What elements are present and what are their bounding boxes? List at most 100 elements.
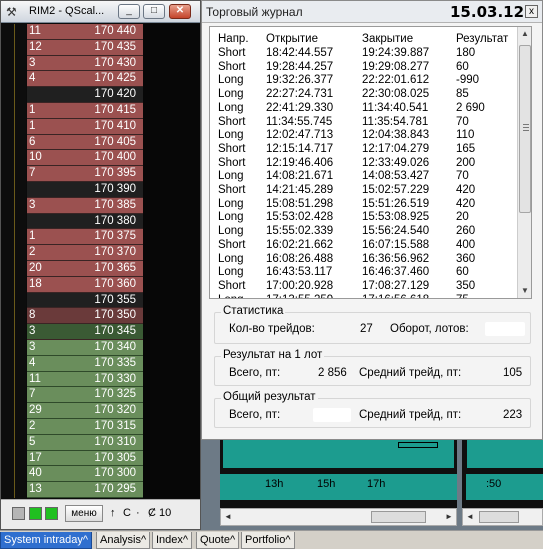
- maximize-button[interactable]: □: [143, 4, 165, 19]
- hscroll-thumb-left[interactable]: [371, 511, 426, 523]
- chart-right-hscrollbar[interactable]: ◄: [462, 508, 543, 526]
- ladder-volume[interactable]: 3: [27, 55, 72, 72]
- minimize-button[interactable]: _: [118, 4, 140, 19]
- ladder-row[interactable]: 20 170 365: [1, 261, 200, 277]
- ladder-price[interactable]: 170 425: [72, 71, 143, 88]
- ladder-volume[interactable]: 2: [27, 419, 72, 435]
- ladder-volume[interactable]: 10: [27, 150, 72, 167]
- ladder-row[interactable]: 11 170 330: [1, 371, 200, 388]
- ladder-row[interactable]: 2 170 370: [1, 245, 200, 261]
- menu-button[interactable]: меню: [65, 505, 103, 522]
- ladder-row[interactable]: 10 170 400: [1, 150, 200, 167]
- ladder-price[interactable]: 170 345: [72, 324, 143, 340]
- chart-left-hscrollbar[interactable]: ◄ ►: [220, 508, 457, 526]
- ladder-price[interactable]: 170 355: [72, 292, 143, 309]
- ladder-row[interactable]: 3 170 430: [1, 55, 200, 72]
- ladder-row[interactable]: 170 390: [1, 182, 200, 198]
- arrow-up-icon[interactable]: ↑: [110, 507, 116, 519]
- ladder-price[interactable]: 170 400: [72, 150, 143, 167]
- tab-portfolio[interactable]: Portfolio^: [241, 532, 295, 549]
- ladder-volume[interactable]: 1: [27, 229, 72, 246]
- ladder-volume[interactable]: [27, 213, 72, 230]
- ladder-row[interactable]: 18 170 360: [1, 276, 200, 293]
- ladder-price[interactable]: 170 385: [72, 197, 143, 214]
- ladder-volume[interactable]: 11: [27, 24, 72, 40]
- chart-pane-right[interactable]: :50: [462, 440, 543, 508]
- price-ladder[interactable]: 11 170 440 12 170 435 3 170 430 4 170 425 170 42…: [1, 24, 200, 498]
- ladder-price[interactable]: 170 310: [72, 434, 143, 451]
- trade-row[interactable]: Long 14:08:21.671 14:08:53.427 70: [210, 170, 518, 184]
- ladder-volume[interactable]: 20: [27, 261, 72, 277]
- ladder-price[interactable]: 170 340: [72, 340, 143, 356]
- ladder-row[interactable]: 3 170 340: [1, 340, 200, 356]
- ladder-volume[interactable]: 12: [27, 39, 72, 56]
- ladder-price[interactable]: 170 295: [72, 482, 143, 498]
- tab-quote[interactable]: Quote^: [196, 532, 240, 549]
- trade-row[interactable]: Long 19:32:26.377 22:22:01.612 -990: [210, 74, 518, 88]
- ladder-price[interactable]: 170 440: [72, 24, 143, 40]
- ladder-price[interactable]: 170 375: [72, 229, 143, 246]
- ladder-row[interactable]: 8 170 350: [1, 308, 200, 325]
- ladder-price[interactable]: 170 350: [72, 308, 143, 325]
- ladder-row[interactable]: 17 170 305: [1, 450, 200, 467]
- ladder-row[interactable]: 170 380: [1, 213, 200, 230]
- ladder-price[interactable]: 170 380: [72, 213, 143, 230]
- trade-row[interactable]: Short 12:19:46.406 12:33:49.026 200: [210, 157, 518, 171]
- ladder-price[interactable]: 170 305: [72, 450, 143, 467]
- ladder-price[interactable]: 170 300: [72, 466, 143, 483]
- ladder-price[interactable]: 170 360: [72, 276, 143, 293]
- scrollbar-thumb[interactable]: [519, 45, 531, 213]
- ladder-row[interactable]: 29 170 320: [1, 403, 200, 419]
- ladder-row[interactable]: 170 420: [1, 87, 200, 103]
- ladder-volume[interactable]: 11: [27, 371, 72, 388]
- ladder-row[interactable]: 1 170 375: [1, 229, 200, 246]
- scroll-left-arrow-icon-2[interactable]: ◄: [464, 510, 476, 524]
- ladder-row[interactable]: 1 170 410: [1, 118, 200, 135]
- ladder-price[interactable]: 170 390: [72, 182, 143, 198]
- scroll-down-arrow-icon[interactable]: ▼: [518, 284, 531, 298]
- ladder-price[interactable]: 170 370: [72, 245, 143, 261]
- ladder-volume[interactable]: 29: [27, 403, 72, 419]
- ladder-row[interactable]: 13 170 295: [1, 482, 200, 498]
- ladder-row[interactable]: 170 355: [1, 292, 200, 309]
- ladder-price[interactable]: 170 435: [72, 39, 143, 56]
- ladder-volume[interactable]: [27, 87, 72, 103]
- trade-row[interactable]: Long 22:27:24.731 22:30:08.025 85: [210, 88, 518, 102]
- ladder-row[interactable]: 4 170 425: [1, 71, 200, 88]
- trade-row[interactable]: Long 12:02:47.713 12:04:38.843 110: [210, 129, 518, 143]
- trade-row[interactable]: Short 17:00:20.928 17:08:27.129 350: [210, 280, 518, 294]
- ladder-volume[interactable]: 1: [27, 103, 72, 119]
- ladder-volume[interactable]: 3: [27, 324, 72, 340]
- ladder-volume[interactable]: 3: [27, 340, 72, 356]
- ladder-price[interactable]: 170 315: [72, 419, 143, 435]
- ladder-row[interactable]: 7 170 325: [1, 387, 200, 404]
- ladder-row[interactable]: 7 170 395: [1, 166, 200, 182]
- ladder-row[interactable]: 4 170 335: [1, 355, 200, 372]
- quantity-label[interactable]: Ȼ 10: [148, 507, 171, 519]
- ladder-volume[interactable]: 40: [27, 466, 72, 483]
- c-label[interactable]: C: [123, 507, 131, 519]
- trades-scrollbar[interactable]: ▲ ▼: [517, 27, 531, 298]
- trade-row[interactable]: Long 16:08:26.488 16:36:56.962 360: [210, 253, 518, 267]
- tab-index[interactable]: Index^: [152, 532, 193, 549]
- journal-title-bar[interactable]: Торговый журнал 15.03.12 x: [202, 1, 542, 23]
- ladder-row[interactable]: 5 170 310: [1, 434, 200, 451]
- trade-row[interactable]: Long 15:53:02.428 15:53:08.925 20: [210, 211, 518, 225]
- scroll-left-arrow-icon[interactable]: ◄: [222, 510, 234, 524]
- trade-row[interactable]: Short 14:21:45.289 15:02:57.229 420: [210, 184, 518, 198]
- ladder-price[interactable]: 170 335: [72, 355, 143, 372]
- ladder-price[interactable]: 170 365: [72, 261, 143, 277]
- trade-row[interactable]: Long 15:08:51.298 15:51:26.519 420: [210, 198, 518, 212]
- trade-row[interactable]: Short 12:15:14.717 12:17:04.279 165: [210, 143, 518, 157]
- tab-systemintraday[interactable]: System intraday^: [0, 532, 93, 549]
- ladder-volume[interactable]: 2: [27, 245, 72, 261]
- ladder-price[interactable]: 170 430: [72, 55, 143, 72]
- ladder-row[interactable]: 2 170 315: [1, 419, 200, 435]
- ladder-row[interactable]: 3 170 385: [1, 197, 200, 214]
- ladder-row[interactable]: 11 170 440: [1, 24, 200, 40]
- ladder-price[interactable]: 170 420: [72, 87, 143, 103]
- ladder-price[interactable]: 170 405: [72, 134, 143, 151]
- scroll-right-arrow-icon[interactable]: ►: [443, 510, 455, 524]
- tab-analysis[interactable]: Analysis^: [96, 532, 151, 549]
- ladder-volume[interactable]: 4: [27, 71, 72, 88]
